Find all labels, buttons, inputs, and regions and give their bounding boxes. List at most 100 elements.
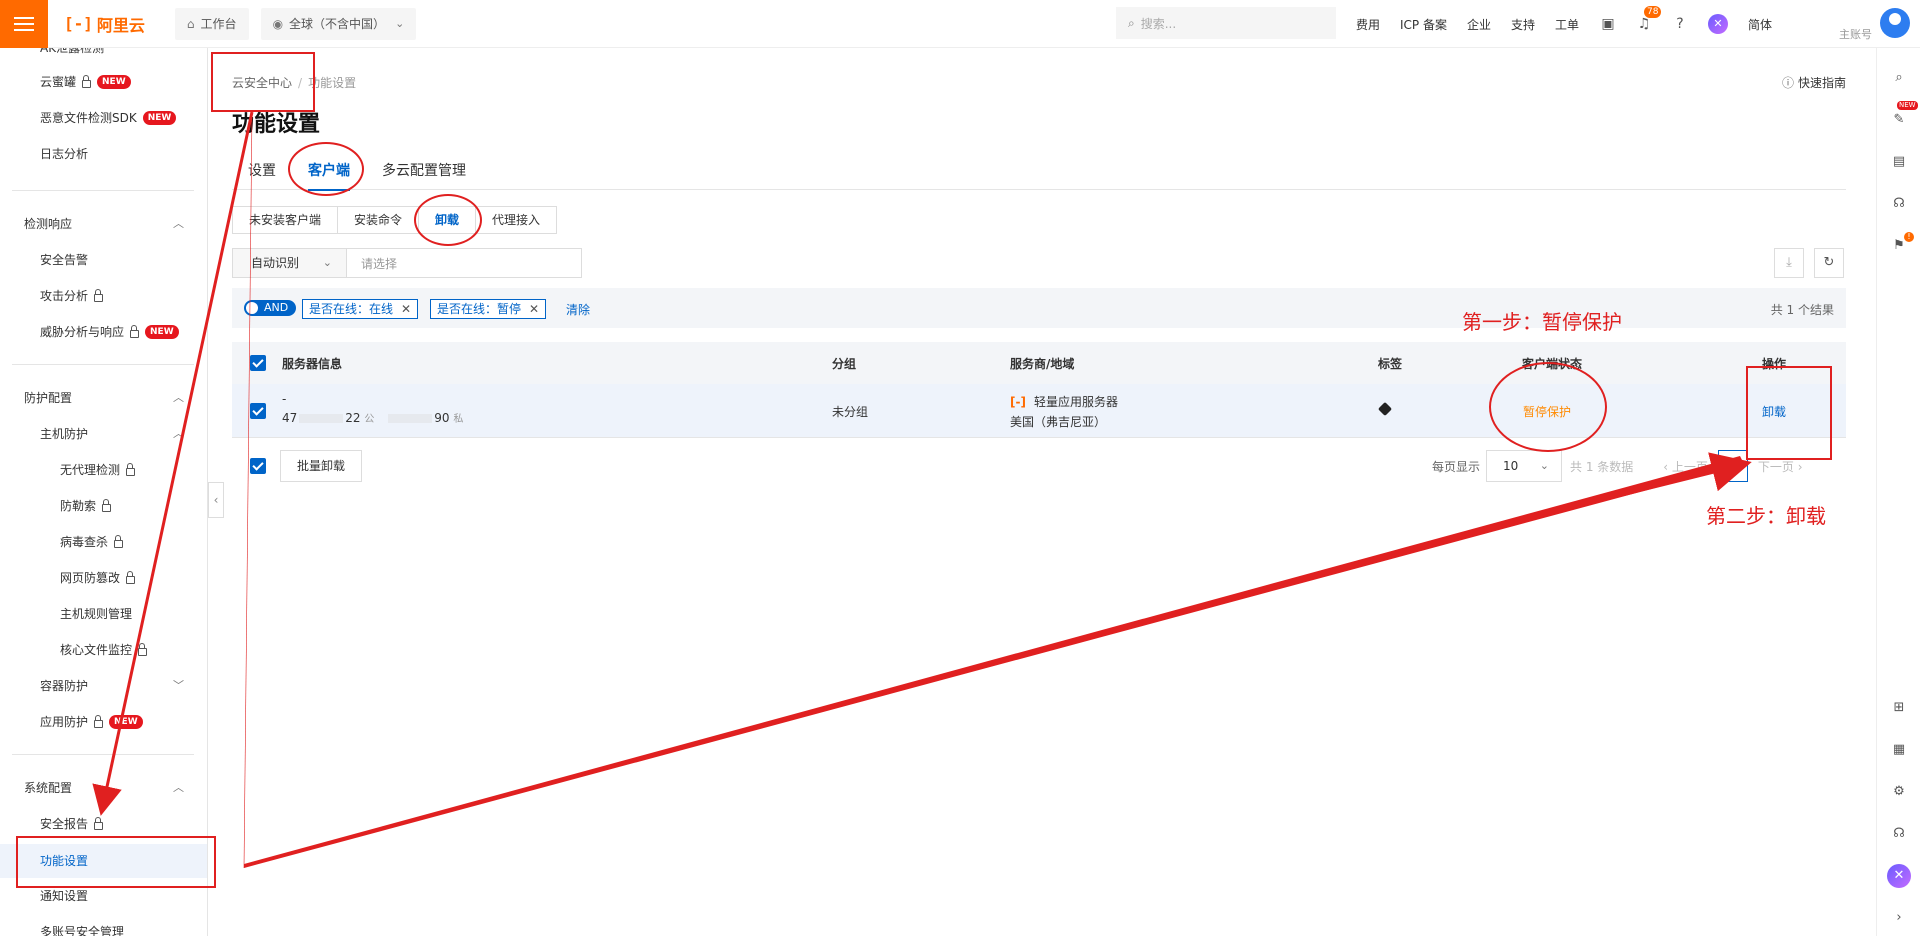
sidebar-item-honeypot[interactable]: 云蜜罐 NEW [40,72,131,92]
sidebar-item-feature-settings[interactable]: 功能设置 [40,851,88,871]
link-ticket[interactable]: 工单 [1555,16,1579,33]
server-name: - [282,392,287,406]
bell-icon[interactable]: ♫ 78 [1636,6,1662,32]
workbench-button[interactable]: ⌂ 工作台 [174,7,249,40]
next-page-button[interactable]: 下一页 › [1758,458,1803,475]
sidebar-item-security-report[interactable]: 安全报告 [40,814,104,834]
sidebar-item-label: 主机规则管理 [60,607,133,621]
search-icon[interactable]: ⌕ [1891,70,1907,86]
prev-page-button[interactable]: ‹ 上一页 [1663,458,1708,475]
sidebar-item-ak-leak[interactable]: AK泄露检测 [40,48,104,58]
close-icon[interactable]: ✕ [529,302,539,316]
link-billing[interactable]: 费用 [1356,16,1380,33]
link-icp[interactable]: ICP 备案 [1400,16,1447,33]
row-checkbox[interactable] [250,403,266,419]
sidebar-collapse-button[interactable]: ‹ [208,482,224,518]
assistant-icon[interactable]: ✕ [1887,864,1911,888]
language-switch[interactable]: 简体 [1748,16,1772,33]
sidebar-item-attack-analysis[interactable]: 攻击分析 [40,286,104,306]
sidebar-group-protect[interactable]: 防护配置 ︿ [24,388,184,408]
region-selector[interactable]: ◉ 全球（不含中国） ⌄ [260,7,417,40]
sidebar-item-multi-account[interactable]: 多账号安全管理 [40,922,124,936]
cart-icon[interactable]: ⊞ [1891,700,1907,716]
help-icon[interactable]: ? [1672,16,1688,32]
sidebar-group-system[interactable]: 系统配置 ︿ [24,778,184,798]
new-badge: NEW [142,111,177,125]
link-enterprise[interactable]: 企业 [1467,16,1491,33]
page-1-button[interactable]: 1 [1717,450,1748,482]
redacted-ip [388,414,433,423]
edit-icon[interactable]: ✎ [1891,112,1907,128]
filter-type-select[interactable]: 自动识别 ⌄ [233,249,347,277]
tag-icon[interactable] [1377,401,1393,417]
select-all-checkbox[interactable] [250,355,266,371]
menu-button[interactable] [0,0,48,48]
lock-icon [82,75,92,88]
sidebar-item-malware-sdk[interactable]: 恶意文件检测SDK NEW [40,108,177,128]
sidebar-active-highlight [0,844,207,878]
headset-icon[interactable]: ☊ [1891,826,1907,842]
chevron-right-icon[interactable]: › [1891,910,1907,926]
sidebar-item-app-protect[interactable]: 应用防护 NEW [40,712,143,732]
breadcrumb-root[interactable]: 云安全中心 [232,76,292,90]
sidebar-group-host[interactable]: 主机防护 ︿ [40,424,184,444]
subtab-uninstall[interactable]: 卸载 [419,207,477,233]
subtab-uninstalled[interactable]: 未安装客户端 [233,207,339,233]
sidebar-item-label: 核心文件监控 [60,643,133,657]
sidebar-item-notification-settings[interactable]: 通知设置 [40,886,88,906]
tab-client[interactable]: 客户端 [308,160,350,191]
link-support[interactable]: 支持 [1511,16,1535,33]
chevron-right-icon: › [1793,459,1803,474]
batch-uninstall-button[interactable]: 批量卸载 [280,450,362,482]
sidebar-item-threat-analysis[interactable]: 威胁分析与响应 NEW [40,322,179,342]
user-avatar[interactable] [1880,8,1910,38]
breadcrumb-current: 功能设置 [308,76,357,90]
tab-multicloud[interactable]: 多云配置管理 [382,160,466,180]
result-count: 共 1 个结果 [1770,303,1834,317]
per-page-select[interactable]: 10 ⌄ [1486,450,1563,482]
subtab-install-command[interactable]: 安装命令 [338,207,420,233]
footer-select-all-checkbox[interactable] [250,458,266,474]
and-toggle[interactable]: AND [244,300,296,316]
sidebar-item-core-file[interactable]: 核心文件监控 [60,640,148,660]
account-info[interactable]: 主账号 [1788,6,1872,42]
sidebar-group-container[interactable]: 容器防护 ﹀ [40,676,184,696]
gear-icon[interactable]: ⚙ [1891,784,1907,800]
sidebar-item-virus-scan[interactable]: 病毒查杀 [60,532,124,552]
table-row[interactable]: - 47 22 公 90 私 未分组 [-] 轻量应用服务器 美国（弗吉尼亚） 暂停… [232,384,1846,438]
document-icon[interactable]: ▤ [1891,154,1907,170]
group-label: 容器防护 [40,679,89,693]
filter-tag-paused[interactable]: 是否在线：暂停 ✕ [430,299,547,319]
sidebar-item-alerts[interactable]: 安全告警 [40,250,88,270]
sidebar-item-host-rules[interactable]: 主机规则管理 [60,604,132,624]
aliyun-logo[interactable]: [-] 阿里云 [64,12,145,36]
sidebar-item-label: 无代理检测 [60,463,121,477]
quick-guide-link[interactable]: ⓘ 快速指南 [1782,74,1846,91]
sidebar-item-web-tamper[interactable]: 网页防篡改 [60,568,136,588]
help-circle-icon: ⓘ [1781,76,1794,90]
service-icon[interactable]: ☊ [1891,196,1907,212]
sidebar-item-ransomware[interactable]: 防勒索 [60,496,112,516]
sidebar-group-detect[interactable]: 检测响应 ︿ [24,214,184,234]
subtab-proxy[interactable]: 代理接入 [476,207,556,233]
filter-tag-online[interactable]: 是否在线：在线 ✕ [302,299,419,319]
clear-filters-link[interactable]: 清除 [566,301,590,318]
tab-settings[interactable]: 设置 [248,160,276,180]
uninstall-action[interactable]: 卸载 [1762,403,1786,420]
download-button[interactable]: ⤓ [1774,248,1804,278]
filter-value-input[interactable]: 请选择 [347,255,397,272]
chip-icon[interactable]: ▦ [1891,742,1907,758]
breadcrumb: 云安全中心 / 功能设置 [232,76,357,90]
refresh-button[interactable]: ↻ [1814,248,1844,278]
sidebar-item-agentless[interactable]: 无代理检测 [60,460,136,480]
assistant-icon[interactable]: ✕ [1708,14,1728,34]
global-search-input[interactable]: ⌕ 搜索... [1116,7,1336,39]
sidebar-item-log-analysis[interactable]: 日志分析 [40,144,88,164]
chevron-down-icon: ⌄ [322,256,332,269]
terminal-icon[interactable]: ▣ [1600,16,1616,32]
arrow-to-pagination [244,456,1744,868]
chevron-up-icon: ︿ [173,427,184,440]
col-client-status: 客户端状态 [1522,357,1583,371]
close-icon[interactable]: ✕ [401,302,411,316]
chevron-up-icon: ︿ [173,217,184,230]
